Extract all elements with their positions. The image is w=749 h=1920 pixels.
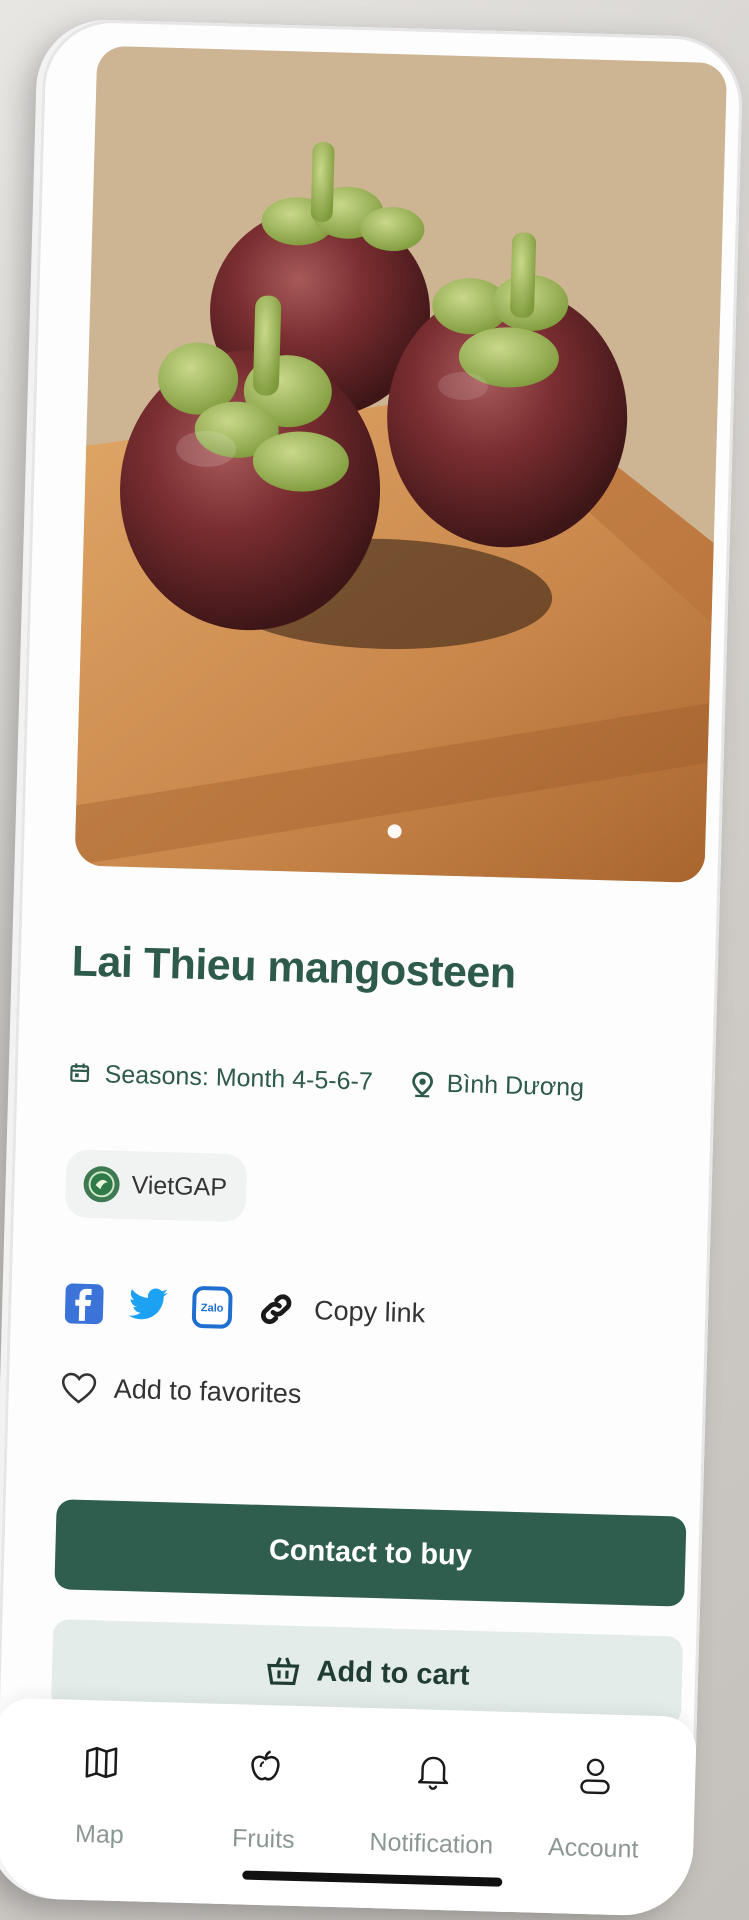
tab-map-label: Map — [74, 1819, 125, 1850]
favorites-label: Add to favorites — [113, 1373, 302, 1409]
location-pin-icon — [410, 1070, 437, 1098]
bell-icon — [411, 1749, 456, 1794]
heart-icon — [61, 1372, 97, 1404]
product-meta: Seasons: Month 4-5-6-7 Bình Dương — [68, 1059, 584, 1102]
tab-map[interactable]: Map — [19, 1738, 182, 1851]
user-icon — [573, 1754, 618, 1799]
fruit-icon — [243, 1744, 288, 1789]
twitter-share-icon[interactable] — [126, 1283, 171, 1328]
mangosteen-photo — [74, 45, 728, 883]
product-image[interactable] — [74, 45, 728, 883]
product-detail-screen: Lai Thieu mangosteen Seasons: Month 4-5-… — [0, 18, 744, 1918]
map-icon — [79, 1740, 124, 1785]
contact-to-buy-button[interactable]: Contact to buy — [54, 1499, 687, 1607]
link-icon[interactable] — [254, 1287, 299, 1332]
certification-label: VietGAP — [131, 1170, 228, 1202]
svg-text:Zalo: Zalo — [201, 1302, 224, 1315]
phone-frame: Lai Thieu mangosteen Seasons: Month 4-5-… — [0, 18, 744, 1918]
tab-account-label: Account — [547, 1833, 639, 1864]
basket-icon — [267, 1657, 300, 1686]
facebook-share-icon[interactable] — [62, 1281, 107, 1326]
tab-notification-label: Notification — [369, 1828, 494, 1860]
certification-badge: VietGAP — [64, 1149, 248, 1223]
product-title: Lai Thieu mangosteen — [71, 937, 517, 998]
calendar-icon — [68, 1061, 95, 1088]
vietgap-logo-icon — [83, 1165, 121, 1203]
tab-fruits[interactable]: Fruits — [183, 1743, 346, 1856]
seasons-text: Seasons: Month 4-5-6-7 — [104, 1060, 374, 1096]
add-to-cart-label: Add to cart — [316, 1654, 471, 1692]
tab-account[interactable]: Account — [513, 1752, 676, 1865]
zalo-share-icon[interactable]: Zalo — [190, 1285, 235, 1330]
copy-link-button[interactable]: Copy link — [314, 1295, 426, 1329]
tab-fruits-label: Fruits — [231, 1824, 296, 1854]
tab-notification[interactable]: Notification — [351, 1748, 514, 1861]
location-text: Bình Dương — [446, 1069, 585, 1102]
bottom-tab-bar: Map Fruits Notification Account — [0, 1697, 697, 1918]
add-to-favorites-button[interactable]: Add to favorites — [59, 1369, 302, 1412]
share-row: Zalo Copy link — [62, 1281, 426, 1335]
